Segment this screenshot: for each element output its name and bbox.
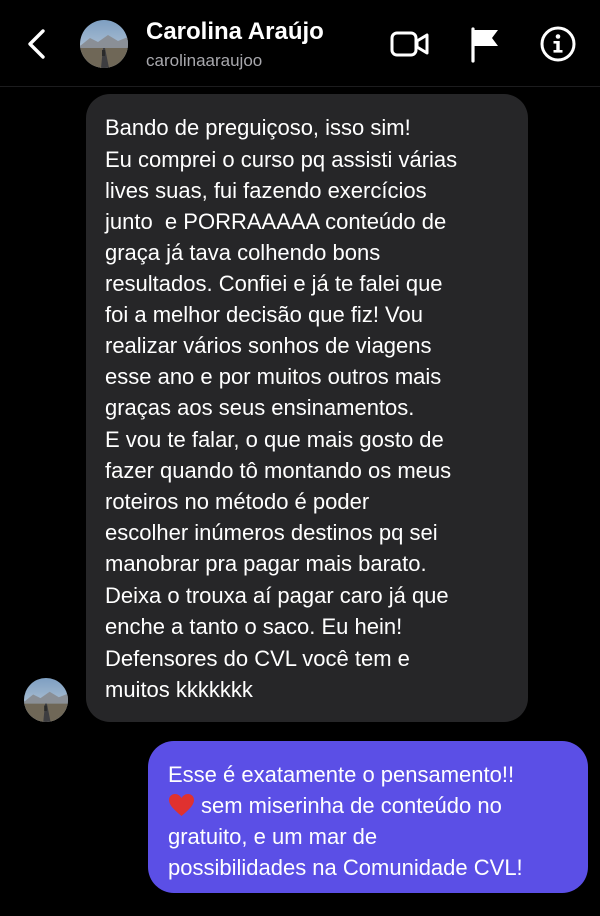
message-line: graça já tava colhendo bons <box>105 240 381 265</box>
message-line: escolher inúmeros destinos pq sei <box>105 520 438 545</box>
contact-name[interactable]: Carolina Araújo <box>146 18 324 46</box>
message-line: roteiros no método é poder <box>105 489 370 514</box>
message-text: sem miserinha de conteúdo no <box>201 793 502 818</box>
message-line: possibilidades na Comunidade CVL! <box>168 855 523 880</box>
message-line: fazer quando tô montando os meus <box>105 458 452 483</box>
message-line: Esse é exatamente o pensamento!! <box>168 762 515 787</box>
message-line: realizar vários sonhos de viagens <box>105 333 432 358</box>
message-line: gratuito, e um mar de <box>168 824 378 849</box>
message-line: graças aos seus ensinamentos. <box>105 395 415 420</box>
info-button[interactable] <box>538 24 578 64</box>
report-button[interactable] <box>465 24 505 64</box>
message-line: Eu comprei o curso pq assisti várias <box>105 147 458 172</box>
message-paragraph: Deixa o trouxa aí pagar caro já que ench… <box>105 580 510 642</box>
video-call-button[interactable] <box>390 24 430 64</box>
sender-avatar[interactable] <box>24 678 68 722</box>
message-line: Defensores do CVL você tem e <box>105 646 410 671</box>
message-line: foi a melhor decisão que fiz! Vou <box>105 302 423 327</box>
message-line: junto e PORRAAAAA conteúdo de <box>105 209 447 234</box>
contact-avatar[interactable] <box>80 20 128 68</box>
message-paragraph: Defensores do CVL você tem e muitos kkkk… <box>105 643 510 705</box>
message-line: E vou te falar, o que mais gosto de <box>105 427 444 452</box>
info-icon <box>540 26 576 62</box>
message-paragraph: E vou te falar, o que mais gosto de faze… <box>105 424 510 579</box>
received-message-bubble[interactable]: Bando de preguiçoso, isso sim! Eu compre… <box>86 94 528 722</box>
red-heart-emoji <box>168 793 195 817</box>
message-line: resultados. Confiei e já te falei que <box>105 271 443 296</box>
chevron-left-icon <box>28 29 45 59</box>
message-line: esse ano e por muitos outros mais <box>105 364 442 389</box>
message-line: enche a tanto o saco. Eu hein! <box>105 614 403 639</box>
chat-header: Carolina Araújo carolinaaraujoo <box>0 0 600 87</box>
contact-username[interactable]: carolinaaraujoo <box>146 51 262 71</box>
message-line: muitos kkkkkkk <box>105 677 253 702</box>
video-camera-icon <box>390 31 429 57</box>
message-line: Deixa o trouxa aí pagar caro já que <box>105 583 449 608</box>
message-line-with-emoji: sem miserinha de conteúdo no <box>168 790 572 821</box>
message-paragraph: Bando de preguiçoso, isso sim! <box>105 112 510 143</box>
flag-icon <box>471 27 498 63</box>
sent-message-bubble[interactable]: Esse é exatamente o pensamento!! sem mis… <box>148 741 588 893</box>
message-paragraph: Eu comprei o curso pq assisti várias liv… <box>105 144 510 423</box>
back-button[interactable] <box>18 24 58 64</box>
message-line: manobrar pra pagar mais barato. <box>105 551 427 576</box>
message-line: Bando de preguiçoso, isso sim! <box>105 115 411 140</box>
message-line: lives suas, fui fazendo exercícios <box>105 178 427 203</box>
